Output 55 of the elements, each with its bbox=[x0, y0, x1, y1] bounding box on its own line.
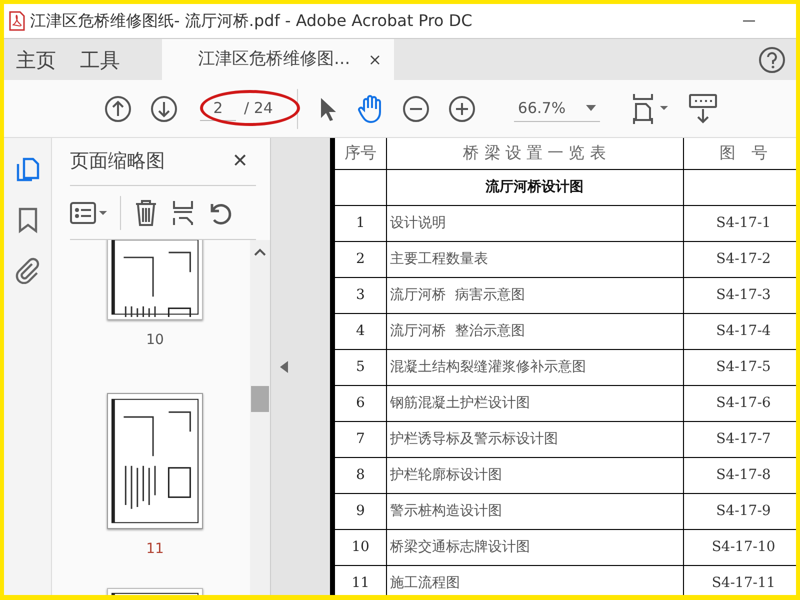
page-total: / 24 bbox=[244, 98, 273, 120]
table-cell: 钢筋混凝土护栏设计图 bbox=[386, 385, 684, 421]
scrollbar-thumb[interactable] bbox=[251, 386, 269, 412]
page-thumbnail[interactable] bbox=[107, 240, 203, 320]
table-cell: 10 bbox=[334, 529, 386, 565]
table-cell: 9 bbox=[334, 493, 386, 529]
page-number-field[interactable]: 2 bbox=[200, 96, 236, 122]
page-label: 11 bbox=[146, 540, 164, 559]
table-cell: 2 bbox=[334, 241, 386, 277]
paperclip-icon[interactable] bbox=[14, 256, 42, 284]
list-options-icon[interactable] bbox=[70, 202, 108, 224]
collapse-panel-icon[interactable] bbox=[280, 360, 288, 372]
table-cell: 11 bbox=[334, 565, 386, 595]
tab-label[interactable]: 江津区危桥维修图... bbox=[198, 46, 350, 72]
table-cell: 设计说明 bbox=[386, 205, 684, 241]
zoom-in-icon[interactable] bbox=[448, 94, 476, 122]
table-cell: 护栏轮廓标设计图 bbox=[386, 457, 684, 493]
zoom-dropdown[interactable]: 66.7% bbox=[514, 96, 600, 122]
previous-page-icon[interactable] bbox=[104, 94, 132, 122]
caret-icon bbox=[586, 105, 596, 111]
next-page-icon[interactable] bbox=[150, 94, 178, 122]
hand-icon[interactable] bbox=[356, 94, 384, 124]
zoom-out-icon[interactable] bbox=[402, 94, 430, 122]
column-header: 序号 bbox=[334, 138, 386, 169]
page-label: 10 bbox=[146, 331, 164, 350]
close-icon[interactable]: × bbox=[368, 48, 382, 72]
tab[interactable]: 江津区危桥维修图... × bbox=[162, 39, 394, 80]
tab[interactable]: 工具 bbox=[68, 39, 132, 80]
column-header: 桥 梁 设 置 一 览 表 bbox=[386, 138, 684, 169]
window-title: 江津区危桥维修图纸- 流厅河桥.pdf - Adobe Acrobat Pro DC bbox=[30, 10, 472, 32]
scroll-up-icon[interactable] bbox=[254, 248, 266, 256]
table-cell: 8 bbox=[334, 457, 386, 493]
table-cell: 7 bbox=[334, 421, 386, 457]
table-cell: 警示桩构造设计图 bbox=[386, 493, 684, 529]
table-cell: 流厅河桥 病害示意图 bbox=[386, 277, 684, 313]
page-thumbnail[interactable] bbox=[107, 393, 203, 529]
table-cell: 3 bbox=[334, 277, 386, 313]
pdf-file-icon bbox=[8, 11, 26, 31]
panel-title: 页面缩略图 bbox=[70, 149, 165, 174]
close-icon[interactable]: ✕ bbox=[232, 147, 248, 176]
tab[interactable]: 主页 bbox=[4, 39, 68, 80]
help-icon[interactable] bbox=[758, 46, 786, 74]
table-cell: 6 bbox=[334, 385, 386, 421]
table-cell: 桥梁交通标志牌设计图 bbox=[386, 529, 684, 565]
table-cell: 5 bbox=[334, 349, 386, 385]
keyboard-icon[interactable] bbox=[688, 92, 718, 124]
trash-icon[interactable] bbox=[133, 198, 159, 226]
table-cell: 1 bbox=[334, 205, 386, 241]
section-title: 流厅河桥设计图 bbox=[386, 169, 684, 205]
table-cell: 4 bbox=[334, 313, 386, 349]
table-cell: 混凝土结构裂缝灌浆修补示意图 bbox=[386, 349, 684, 385]
table-cell: 主要工程数量表 bbox=[386, 241, 684, 277]
table-cell: 流厅河桥 整治示意图 bbox=[386, 313, 684, 349]
insert-page-icon[interactable] bbox=[171, 198, 195, 226]
table-cell: 护栏诱导标及警示标设计图 bbox=[386, 421, 684, 457]
